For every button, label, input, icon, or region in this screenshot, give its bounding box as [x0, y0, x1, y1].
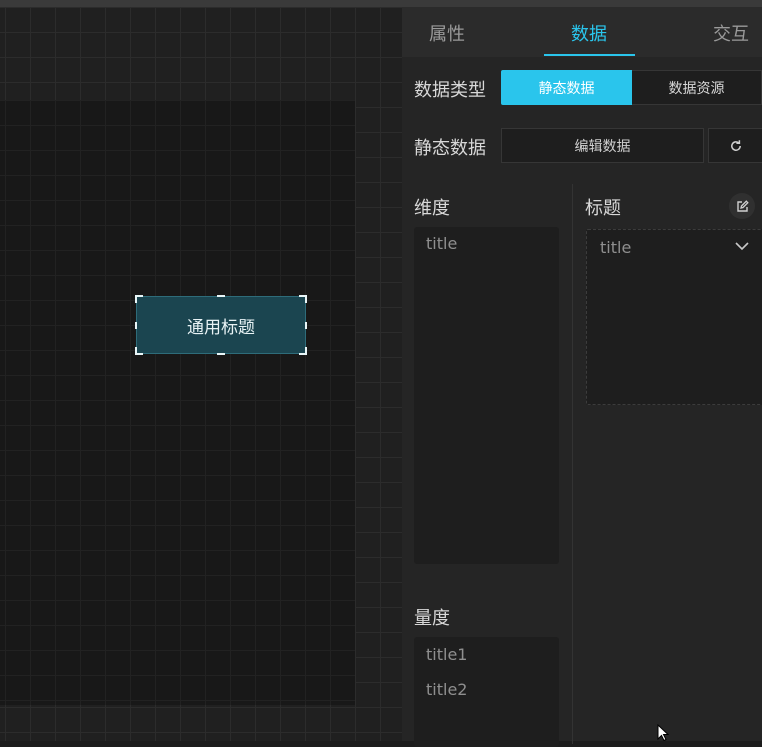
panel-tabs: 属性 数据 交互 — [402, 7, 762, 57]
resize-handle-top[interactable] — [217, 295, 225, 297]
title-field-dropzone[interactable]: title — [586, 229, 762, 405]
config-panel: 属性 数据 交互 数据类型 静态数据 数据资源 静态数据 编辑数据 维度 tit… — [402, 7, 762, 747]
artboard[interactable] — [0, 100, 355, 705]
refresh-icon — [731, 139, 741, 151]
title-component[interactable]: 通用标题 — [135, 295, 307, 355]
selection-corner-bottom-left[interactable] — [135, 347, 143, 355]
chevron-down-icon[interactable] — [735, 241, 749, 251]
selection-corner-top-left[interactable] — [135, 295, 143, 303]
mouse-cursor-icon — [657, 724, 669, 741]
edit-icon — [736, 199, 749, 212]
measure-list[interactable]: title1 title2 — [414, 637, 559, 747]
resize-handle-left[interactable] — [135, 322, 137, 329]
component-label: 通用标题 — [187, 317, 255, 338]
dimension-list[interactable]: title — [414, 227, 559, 564]
resize-handle-right[interactable] — [305, 322, 307, 329]
edit-title-button[interactable] — [729, 193, 755, 219]
active-tab-indicator — [544, 54, 635, 56]
selection-corner-bottom-right[interactable] — [299, 347, 307, 355]
window-top-bar — [0, 0, 762, 7]
tab-properties[interactable]: 属性 — [429, 20, 465, 46]
tab-interaction[interactable]: 交互 — [713, 20, 749, 46]
design-canvas[interactable] — [0, 7, 402, 741]
data-type-static-option[interactable]: 静态数据 — [501, 70, 632, 105]
dimension-title: 维度 — [414, 198, 450, 219]
title-field-selected[interactable]: title — [600, 238, 631, 257]
tab-data[interactable]: 数据 — [571, 20, 607, 46]
title-field-label: 标题 — [585, 198, 621, 219]
data-type-label: 数据类型 — [414, 80, 486, 101]
selection-corner-top-right[interactable] — [299, 295, 307, 303]
edit-data-button[interactable]: 编辑数据 — [501, 128, 704, 163]
data-type-resource-option[interactable]: 数据资源 — [632, 70, 762, 105]
column-divider — [572, 184, 573, 744]
measure-field-title1[interactable]: title1 — [426, 645, 467, 664]
static-data-label: 静态数据 — [414, 138, 486, 159]
measure-title: 量度 — [414, 608, 450, 629]
measure-field-title2[interactable]: title2 — [426, 680, 467, 699]
refresh-button[interactable] — [708, 128, 762, 163]
resize-handle-bottom[interactable] — [217, 353, 225, 355]
dimension-field-title[interactable]: title — [426, 234, 457, 253]
